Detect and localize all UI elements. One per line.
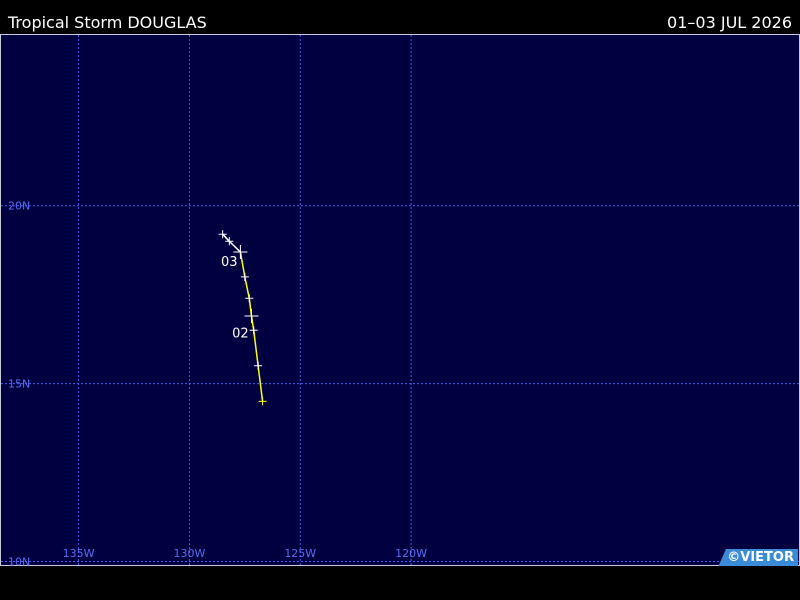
longitude-label: 120W bbox=[395, 547, 427, 560]
track-point-marker bbox=[249, 326, 258, 335]
day-label: 02 bbox=[232, 326, 249, 341]
day-label: 03 bbox=[221, 255, 238, 270]
credit-text: ©VIETOR bbox=[727, 550, 794, 565]
map-overlay: 135W 130W 125W 120W10N15N20N0203 bbox=[1, 35, 799, 568]
track-point-marker bbox=[244, 309, 259, 324]
track-segment bbox=[244, 276, 251, 299]
track-segment bbox=[252, 330, 259, 366]
longitude-label: 125W bbox=[284, 547, 316, 560]
latitude-label: 15N bbox=[8, 378, 30, 391]
longitude-label: 130W bbox=[173, 547, 205, 560]
track-point-marker bbox=[254, 361, 263, 370]
track-point-marker bbox=[258, 397, 267, 406]
track-point-marker bbox=[245, 294, 254, 303]
credit-badge: ©VIETOR bbox=[718, 549, 798, 567]
longitude-label: 135W bbox=[63, 547, 95, 560]
track-segment bbox=[222, 233, 230, 242]
track-point-marker bbox=[240, 272, 249, 281]
track-segment bbox=[239, 251, 246, 278]
track-segment bbox=[228, 240, 241, 253]
footer-bar bbox=[0, 566, 800, 600]
latitude-label: 20N bbox=[8, 200, 30, 213]
